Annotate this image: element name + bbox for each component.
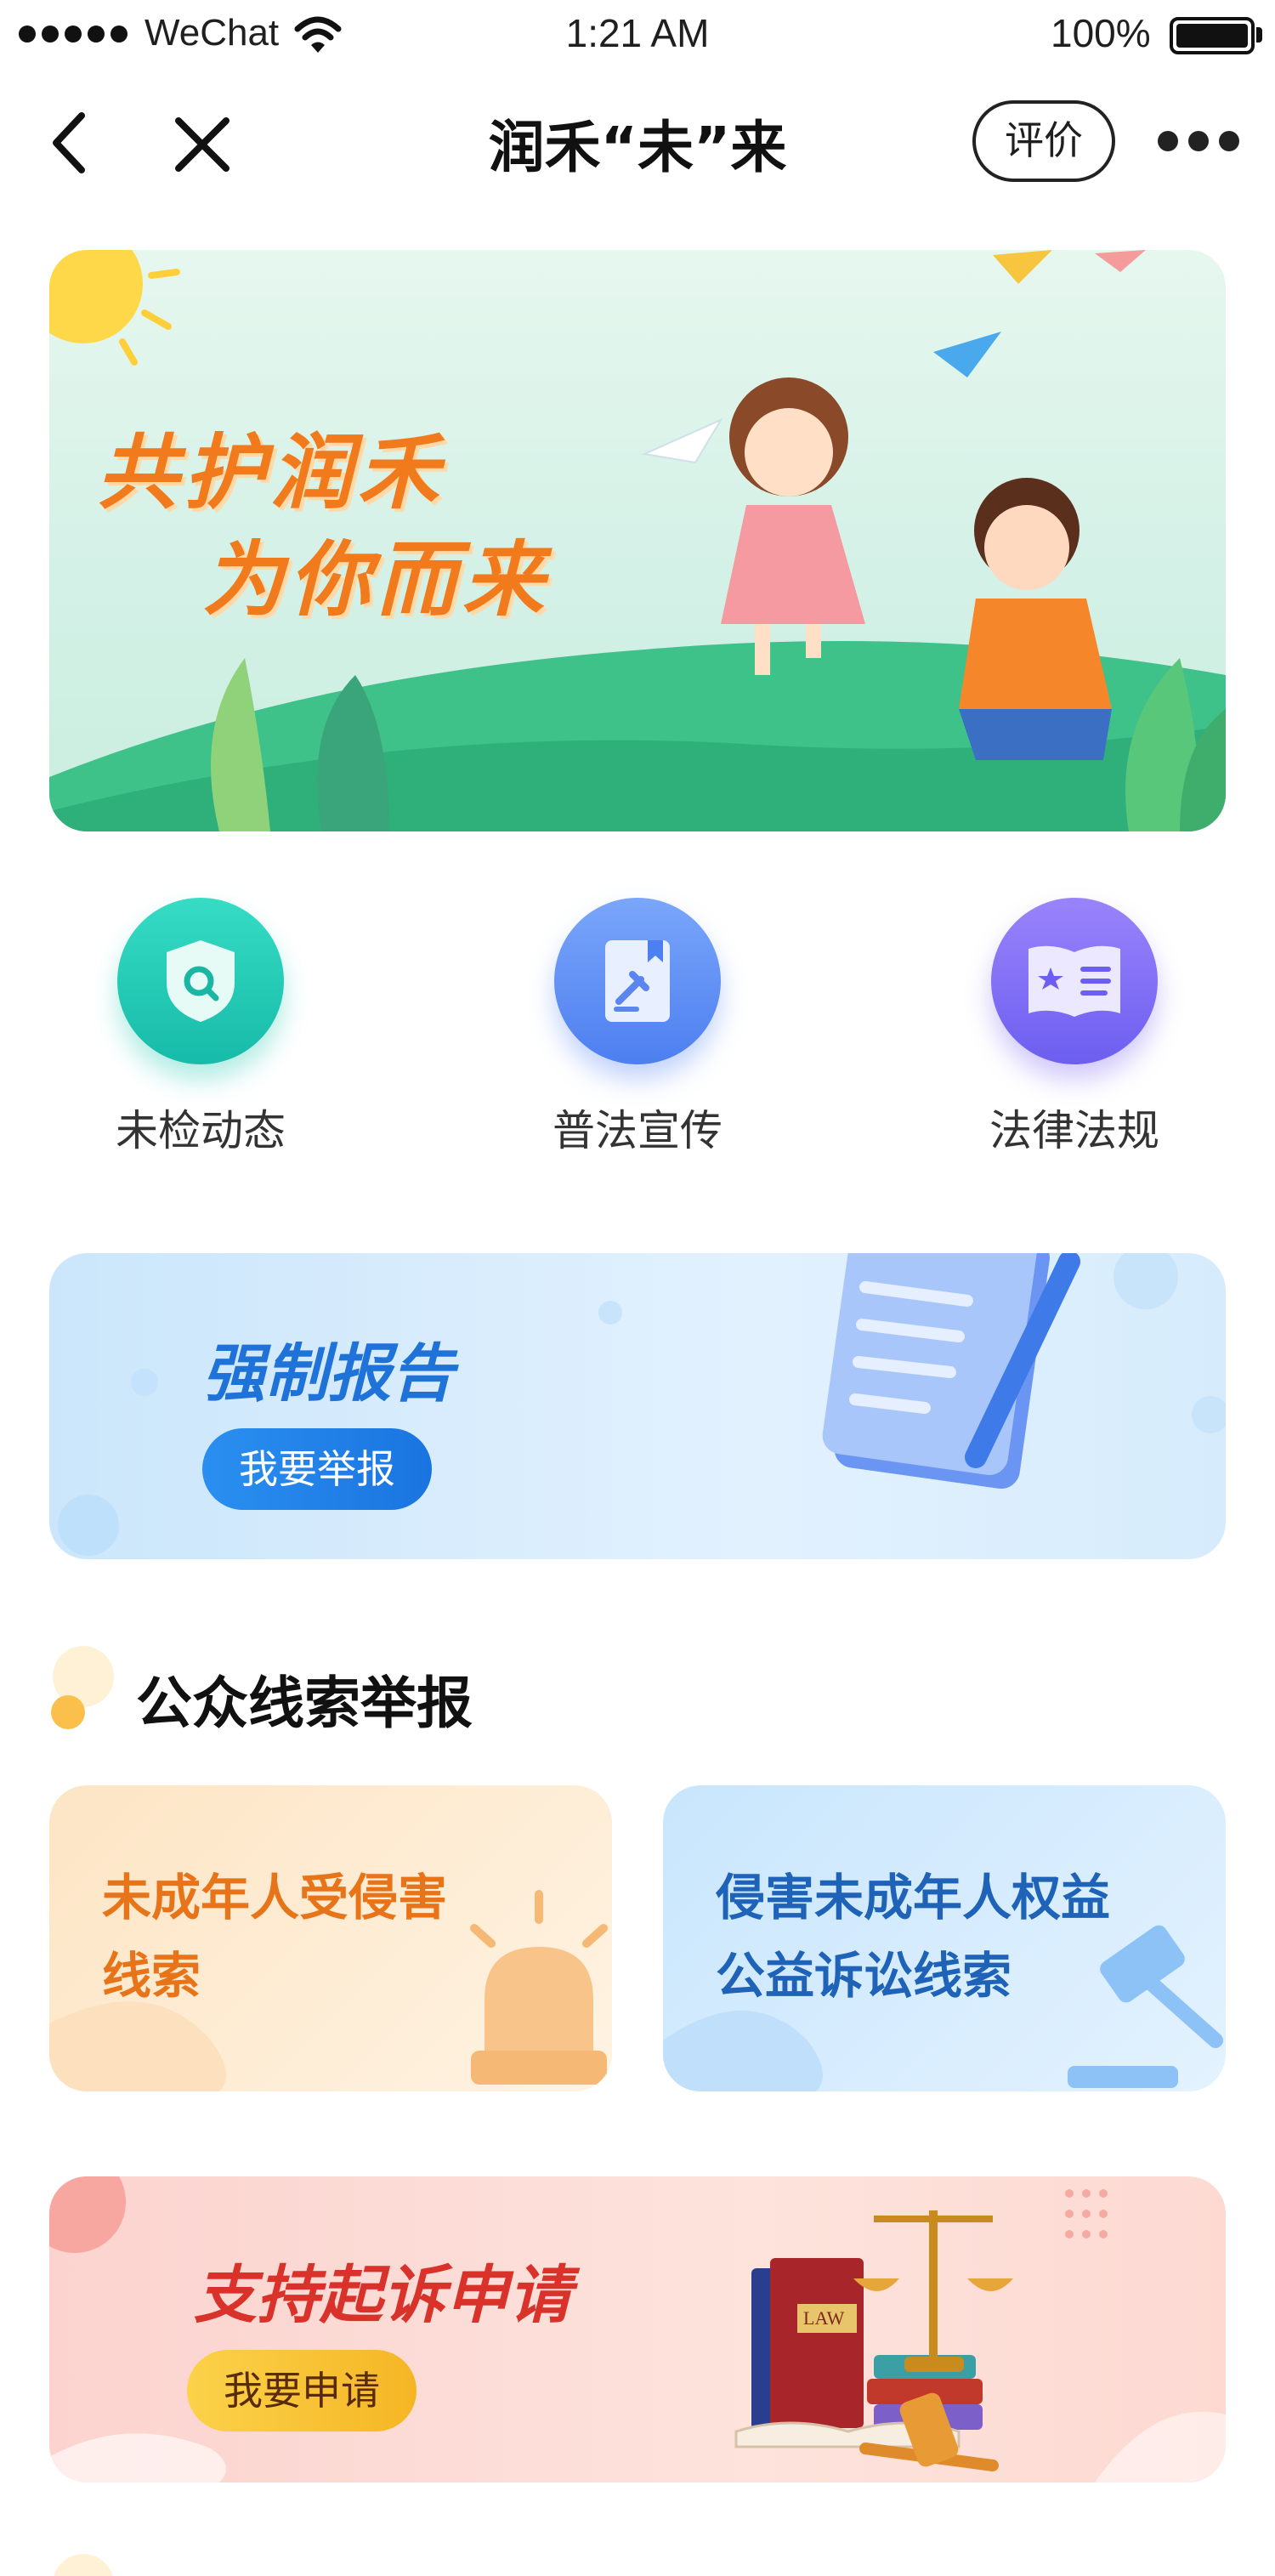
section-title: 公众线索举报 [136, 1671, 473, 1736]
clue-card-line-2: 线索 [102, 1947, 201, 2005]
quick-link-legal-education[interactable]: 普法宣传 [510, 898, 765, 1158]
status-bar: WeChat 1:21 AM 100% [0, 0, 1275, 71]
rate-button[interactable]: 评价 [972, 100, 1115, 182]
quick-link-label: 普法宣传 [552, 1106, 722, 1155]
quick-link-label: 未检动态 [116, 1106, 286, 1155]
open-book-star-icon [991, 898, 1158, 1064]
section-bullet-icon [51, 1646, 114, 1729]
apply-button[interactable]: 我要申请 [187, 2350, 416, 2431]
support-lawsuit-banner[interactable]: LAW 支持起诉申请 我要申请 [49, 2176, 1226, 2482]
law-book-label: LAW [803, 2307, 845, 2329]
shield-search-icon [117, 898, 284, 1064]
report-button[interactable]: 我要举报 [202, 1428, 432, 1510]
battery-icon [1170, 17, 1255, 54]
hero-line-1: 共护润禾 [97, 425, 444, 520]
support-title: 支持起诉申请 [194, 2259, 571, 2332]
hero-banner[interactable]: 共护润禾 为你而来 [49, 250, 1226, 831]
section-bullet-icon [54, 2554, 113, 2576]
clue-card-public-interest[interactable]: 侵害未成年人权益 公益诉讼线索 [663, 1785, 1226, 2091]
clue-card-text: 未成年人受侵害 线索 [102, 1858, 447, 2015]
more-menu-icon[interactable] [1158, 131, 1239, 151]
clue-card-minor-harmed[interactable]: 未成年人受侵害 线索 [49, 1785, 612, 2091]
hero-line-2: 为你而来 [202, 532, 549, 627]
quick-link-laws-regulations[interactable]: 法律法规 [947, 898, 1202, 1158]
clue-card-line-2: 公益诉讼线索 [716, 1947, 1012, 2005]
clue-card-line-1: 未成年人受侵害 [102, 1869, 448, 1926]
quick-link-juvenile-news[interactable]: 未检动态 [73, 898, 328, 1158]
clue-card-text: 侵害未成年人权益 公益诉讼线索 [716, 1858, 1110, 2015]
forced-report-banner[interactable]: 强制报告 我要举报 [49, 1253, 1226, 1559]
law-book-icon [554, 898, 721, 1064]
quick-link-label: 法律法规 [989, 1106, 1159, 1155]
battery-percentage: 100% [1051, 11, 1151, 55]
clue-card-line-1: 侵害未成年人权益 [716, 1869, 1111, 1926]
report-title: 强制报告 [202, 1337, 454, 1410]
